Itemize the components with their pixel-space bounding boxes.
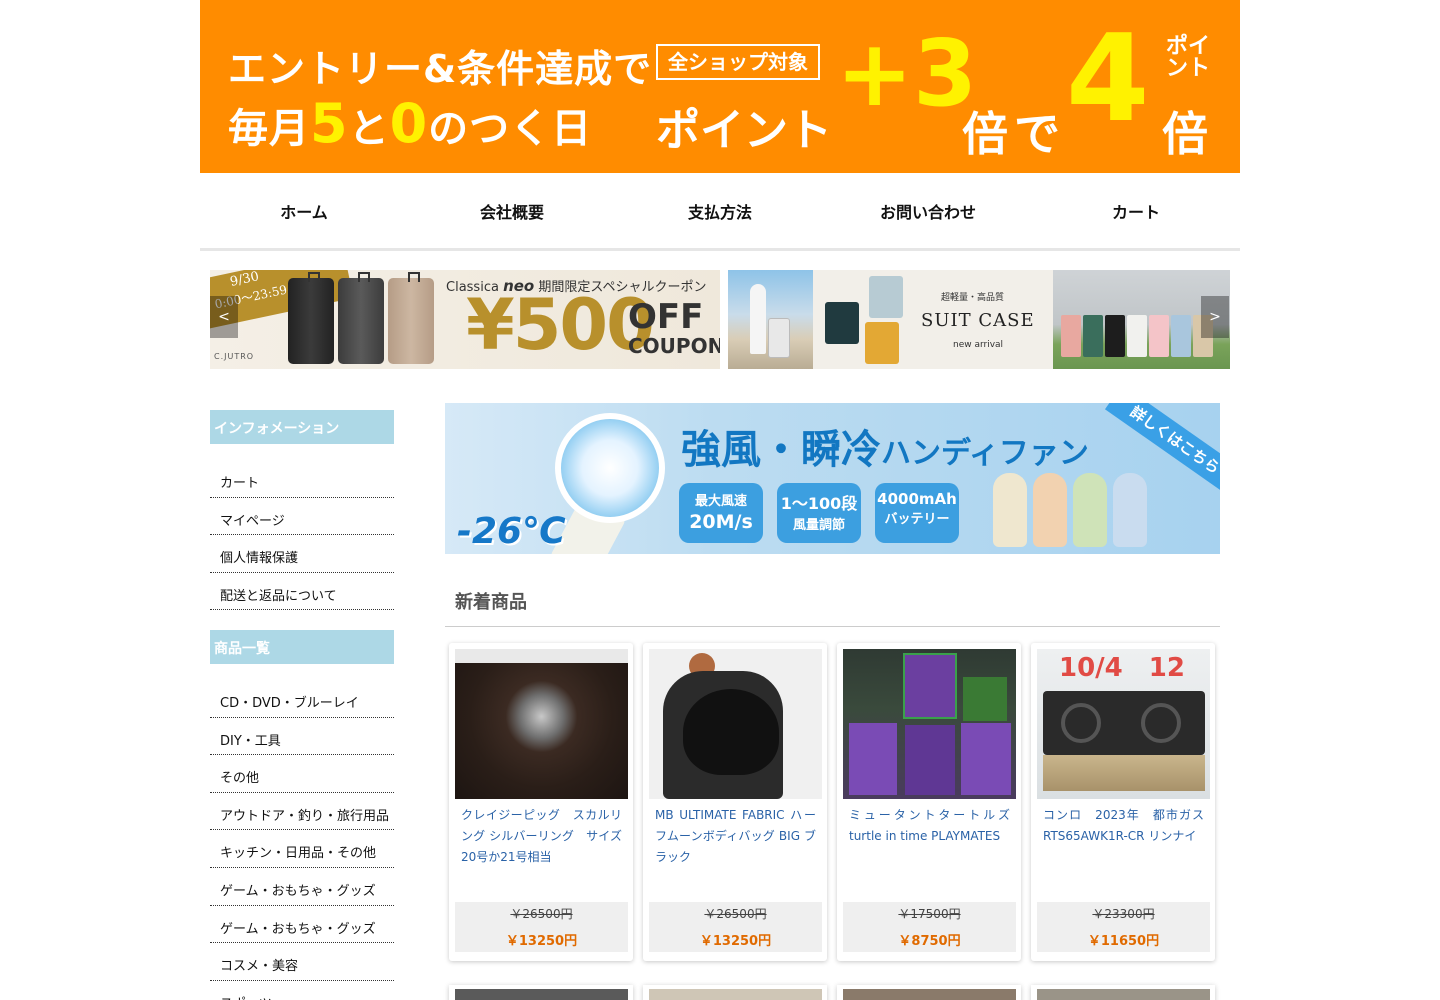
- category-item[interactable]: アウトドア・釣り・旅行用品: [210, 793, 394, 831]
- product-name[interactable]: ミュータントタートルズ turtle in time PLAYMATES: [843, 805, 1016, 847]
- sale-price: ￥8750円: [898, 934, 961, 949]
- sidebar-info-title: インフォメーション: [210, 410, 394, 444]
- category-item[interactable]: コスメ・美容: [210, 943, 394, 981]
- campaign-de: で: [1014, 107, 1060, 161]
- suitcase-beige-image: [388, 272, 434, 364]
- fan-badge-wind: 最大風速 20M/s: [679, 483, 763, 543]
- coupon-slide[interactable]: 9/30 0:00～23:59 C.JUTRO Classica neo 期間限…: [210, 270, 720, 369]
- product-card[interactable]: [449, 985, 633, 1000]
- product-image-gas-stove: 10/4 12: [1037, 649, 1210, 799]
- price-box: ￥26500円 ￥13250円: [455, 902, 628, 952]
- sidebar-category-title: 商品一覧: [210, 630, 394, 664]
- category-item[interactable]: ゲーム・おもちゃ・グッズ: [210, 906, 394, 944]
- fan-temperature: -26℃: [457, 511, 566, 552]
- coupon-amount: ¥500: [466, 284, 655, 366]
- price-box: ￥23300円 ￥11650円: [1037, 902, 1210, 952]
- product-name[interactable]: コンロ 2023年 都市ガス RTS65AWK1R-CR リンナイ: [1037, 805, 1210, 847]
- sale-price: ￥11650円: [1087, 934, 1160, 949]
- original-price: ￥26500円: [510, 907, 573, 921]
- coupon-off: OFF: [628, 297, 704, 337]
- campaign-plus3: +3: [836, 20, 978, 127]
- product-image: [649, 989, 822, 1000]
- new-arrivals-title: 新着商品: [445, 578, 1220, 627]
- slider-prev-button[interactable]: <: [210, 296, 238, 338]
- campaign-line2: 毎月5と0のつく日: [228, 92, 593, 155]
- image-overlay-text: 10/4 12: [1059, 653, 1185, 683]
- product-card[interactable]: [643, 985, 827, 1000]
- handy-fan-banner[interactable]: -26℃ 強風・瞬冷ハンディファン 最大風速 20M/s 1～100段 風量調節 4…: [445, 403, 1220, 554]
- campaign-bai: 倍: [962, 107, 1008, 161]
- fan-variant-blue: [1113, 473, 1147, 547]
- nav-payment[interactable]: 支払方法: [616, 173, 824, 248]
- fan-badge-battery: 4000mAh バッテリー: [875, 483, 959, 543]
- fan-variant-orange: [1033, 473, 1067, 547]
- product-card[interactable]: ミュータントタートルズ turtle in time PLAYMATES ￥17…: [837, 643, 1021, 961]
- main-nav: ホーム 会社概要 支払方法 お問い合わせ カート: [200, 173, 1240, 251]
- suitcase-collage: 超軽量・高品質 SUIT CASE new arrival: [813, 270, 1053, 369]
- product-name[interactable]: MB ULTIMATE FABRIC ハーフムーンボディバッグ BIG ブラック: [649, 805, 822, 868]
- original-price: ￥23300円: [1092, 907, 1155, 921]
- campaign-bai2: 倍: [1162, 107, 1208, 161]
- hero-slider: 9/30 0:00～23:59 C.JUTRO Classica neo 期間限…: [210, 270, 1230, 369]
- product-card[interactable]: [1031, 985, 1215, 1000]
- category-item[interactable]: CD・DVD・ブルーレイ: [210, 680, 394, 718]
- product-card[interactable]: 10/4 12 コンロ 2023年 都市ガス RTS65AWK1R-CR リンナ…: [1031, 643, 1215, 961]
- nav-company[interactable]: 会社概要: [408, 173, 616, 248]
- fan-badge-levels: 1～100段 風量調節: [777, 483, 861, 543]
- sidebar-item-privacy[interactable]: 個人情報保護: [210, 535, 394, 573]
- slide2-caption2: SUIT CASE: [921, 310, 1035, 331]
- campaign-four: 4: [1066, 10, 1150, 149]
- campaign-point-label: ポイント: [656, 105, 832, 156]
- slide2-caption3: new arrival: [953, 340, 1004, 350]
- price-box: ￥17500円 ￥8750円: [843, 902, 1016, 952]
- product-image: [1037, 989, 1210, 1000]
- campaign-banner[interactable]: エントリー&条件達成で 毎月5と0のつく日 全ショップ対象 ポイント +3 倍 …: [200, 0, 1240, 173]
- fan-variant-green: [1073, 473, 1107, 547]
- campaign-line1: エントリー&条件達成で: [228, 47, 653, 91]
- slide2-caption1: 超軽量・高品質: [941, 293, 1005, 303]
- fan-device-image: [555, 413, 665, 523]
- product-image-skull-ring: [455, 649, 628, 799]
- category-item[interactable]: ゲーム・おもちゃ・グッズ: [210, 868, 394, 906]
- fan-variant-cream: [993, 473, 1027, 547]
- model-photo: [728, 270, 813, 369]
- campaign-all-shops-label: 全ショップ対象: [656, 44, 820, 80]
- product-image: [843, 989, 1016, 1000]
- nav-contact[interactable]: お問い合わせ: [824, 173, 1032, 248]
- sale-price: ￥13250円: [505, 934, 578, 949]
- category-item[interactable]: スポーツ: [210, 981, 394, 1000]
- sidebar-item-cart[interactable]: カート: [210, 460, 394, 498]
- slide-brand: C.JUTRO: [214, 352, 255, 361]
- product-image-body-bag: [649, 649, 822, 799]
- price-box: ￥26500円 ￥13250円: [649, 902, 822, 952]
- original-price: ￥17500円: [898, 907, 961, 921]
- slider-next-button[interactable]: >: [1201, 296, 1229, 338]
- category-item[interactable]: DIY・工具: [210, 718, 394, 756]
- sale-price: ￥13250円: [699, 934, 772, 949]
- product-card[interactable]: MB ULTIMATE FABRIC ハーフムーンボディバッグ BIG ブラック…: [643, 643, 827, 961]
- sidebar-item-mypage[interactable]: マイページ: [210, 498, 394, 536]
- product-name[interactable]: クレイジーピッグ スカルリング シルバーリング サイズ20号か21号相当: [455, 805, 628, 868]
- product-image: [455, 989, 628, 1000]
- campaign-point-vertical: ポイント: [1165, 34, 1210, 81]
- fan-headline: 強風・瞬冷ハンディファン: [681, 427, 1089, 473]
- product-image-turtles-figures: [843, 649, 1016, 799]
- product-card[interactable]: [837, 985, 1021, 1000]
- category-item[interactable]: その他: [210, 755, 394, 793]
- nav-cart[interactable]: カート: [1032, 173, 1240, 248]
- suitcase-black-image: [288, 272, 334, 364]
- product-card[interactable]: クレイジーピッグ スカルリング シルバーリング サイズ20号か21号相当 ￥26…: [449, 643, 633, 961]
- category-item[interactable]: キッチン・日用品・その他: [210, 830, 394, 868]
- suitcase-gray-image: [338, 272, 384, 364]
- sidebar-item-shipping[interactable]: 配送と返品について: [210, 573, 394, 611]
- coupon-label: COUPON: [628, 334, 720, 358]
- original-price: ￥26500円: [704, 907, 767, 921]
- nav-home[interactable]: ホーム: [200, 173, 408, 248]
- sidebar-info-list: カート マイページ 個人情報保護 配送と返品について: [210, 460, 394, 611]
- sidebar-category-list: CD・DVD・ブルーレイ DIY・工具 その他 アウトドア・釣り・旅行用品 キッ…: [210, 680, 394, 1000]
- suitcase-slide[interactable]: 超軽量・高品質 SUIT CASE new arrival: [728, 270, 1230, 369]
